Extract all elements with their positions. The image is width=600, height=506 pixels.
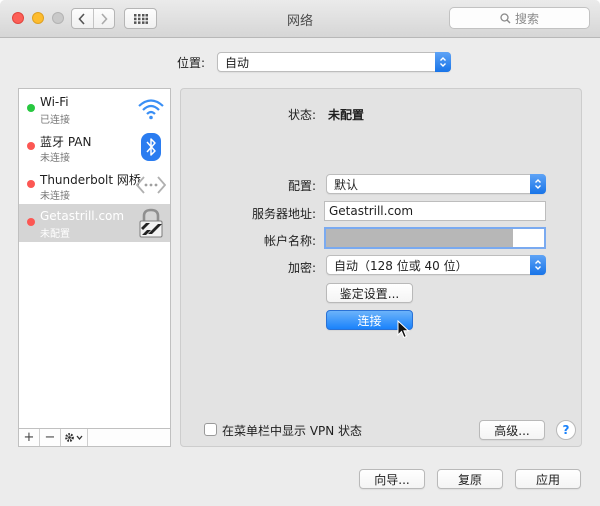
account-name-redacted <box>326 229 513 247</box>
assist-me-button[interactable]: 向导... <box>359 469 425 489</box>
mouse-cursor-icon <box>397 320 410 339</box>
title-bar: 网络 搜索 <box>0 0 600 38</box>
search-field[interactable]: 搜索 <box>449 7 590 29</box>
add-service-button[interactable]: + <box>19 429 40 446</box>
magnifier-icon <box>500 12 511 23</box>
configuration-label: 配置: <box>287 179 316 193</box>
thunderbolt-bridge-icon <box>134 169 168 201</box>
remove-service-button[interactable]: − <box>40 429 61 446</box>
service-item-wifi[interactable]: Wi-Fi 已连接 <box>19 90 170 128</box>
status-value: 未配置 <box>328 108 365 122</box>
service-name: Wi-Fi <box>40 95 69 109</box>
service-list: Wi-Fi 已连接 蓝牙 PAN 未连接 Thunderbolt 网桥 未连接 … <box>18 88 171 429</box>
wifi-icon <box>134 93 168 125</box>
bluetooth-icon <box>134 131 168 163</box>
show-vpn-status-label: 在菜单栏中显示 VPN 状态 <box>222 424 363 438</box>
status-dot <box>27 180 35 188</box>
apply-button[interactable]: 应用 <box>515 469 581 489</box>
location-value: 自动 <box>225 55 250 70</box>
status-dot <box>27 104 35 112</box>
service-status: 已连接 <box>40 115 70 126</box>
updown-arrows-icon <box>435 52 451 72</box>
configuration-value: 默认 <box>334 177 359 192</box>
authentication-settings-button[interactable]: 鉴定设置... <box>326 283 413 303</box>
service-status: 未连接 <box>40 153 70 164</box>
service-name: Thunderbolt 网桥 <box>40 173 141 187</box>
location-popup[interactable]: 自动 <box>217 52 451 72</box>
action-menu-button[interactable] <box>61 429 88 446</box>
service-list-toolbar: + − <box>18 429 171 447</box>
encryption-value: 自动（128 位或 40 位） <box>334 258 468 273</box>
network-preferences-window: 网络 搜索 位置: 自动 Wi-Fi 已连接 蓝牙 PAN 未连接 Thunde… <box>0 0 600 506</box>
status-label: 状态: <box>287 108 316 122</box>
account-name-label: 帐户名称: <box>263 234 316 248</box>
updown-arrows-icon <box>530 255 546 275</box>
service-item-bluetooth-pan[interactable]: 蓝牙 PAN 未连接 <box>19 128 170 166</box>
help-button[interactable]: ? <box>556 420 576 440</box>
status-dot <box>27 142 35 150</box>
service-name: Getastrill.com <box>40 209 125 223</box>
service-name: 蓝牙 PAN <box>40 135 92 149</box>
search-placeholder: 搜索 <box>514 11 539 26</box>
encryption-popup[interactable]: 自动（128 位或 40 位） <box>326 255 546 275</box>
advanced-button[interactable]: 高级... <box>479 420 545 440</box>
server-address-field[interactable]: Getastrill.com <box>324 201 546 221</box>
location-label: 位置: <box>177 56 206 70</box>
service-item-thunderbolt-bridge[interactable]: Thunderbolt 网桥 未连接 <box>19 166 170 204</box>
service-status: 未连接 <box>40 191 70 202</box>
server-address-label: 服务器地址: <box>251 207 316 221</box>
updown-arrows-icon <box>530 174 546 194</box>
encryption-label: 加密: <box>287 261 316 275</box>
show-vpn-status-checkbox[interactable] <box>204 423 217 436</box>
service-status: 未配置 <box>40 229 70 240</box>
server-address-value: Getastrill.com <box>329 204 414 218</box>
vpn-lock-icon <box>134 207 168 239</box>
account-name-field[interactable] <box>324 227 546 249</box>
service-item-vpn[interactable]: Getastrill.com 未配置 <box>19 204 170 242</box>
status-dot <box>27 218 35 226</box>
revert-button[interactable]: 复原 <box>437 469 503 489</box>
configuration-popup[interactable]: 默认 <box>326 174 546 194</box>
gear-icon <box>65 433 83 442</box>
